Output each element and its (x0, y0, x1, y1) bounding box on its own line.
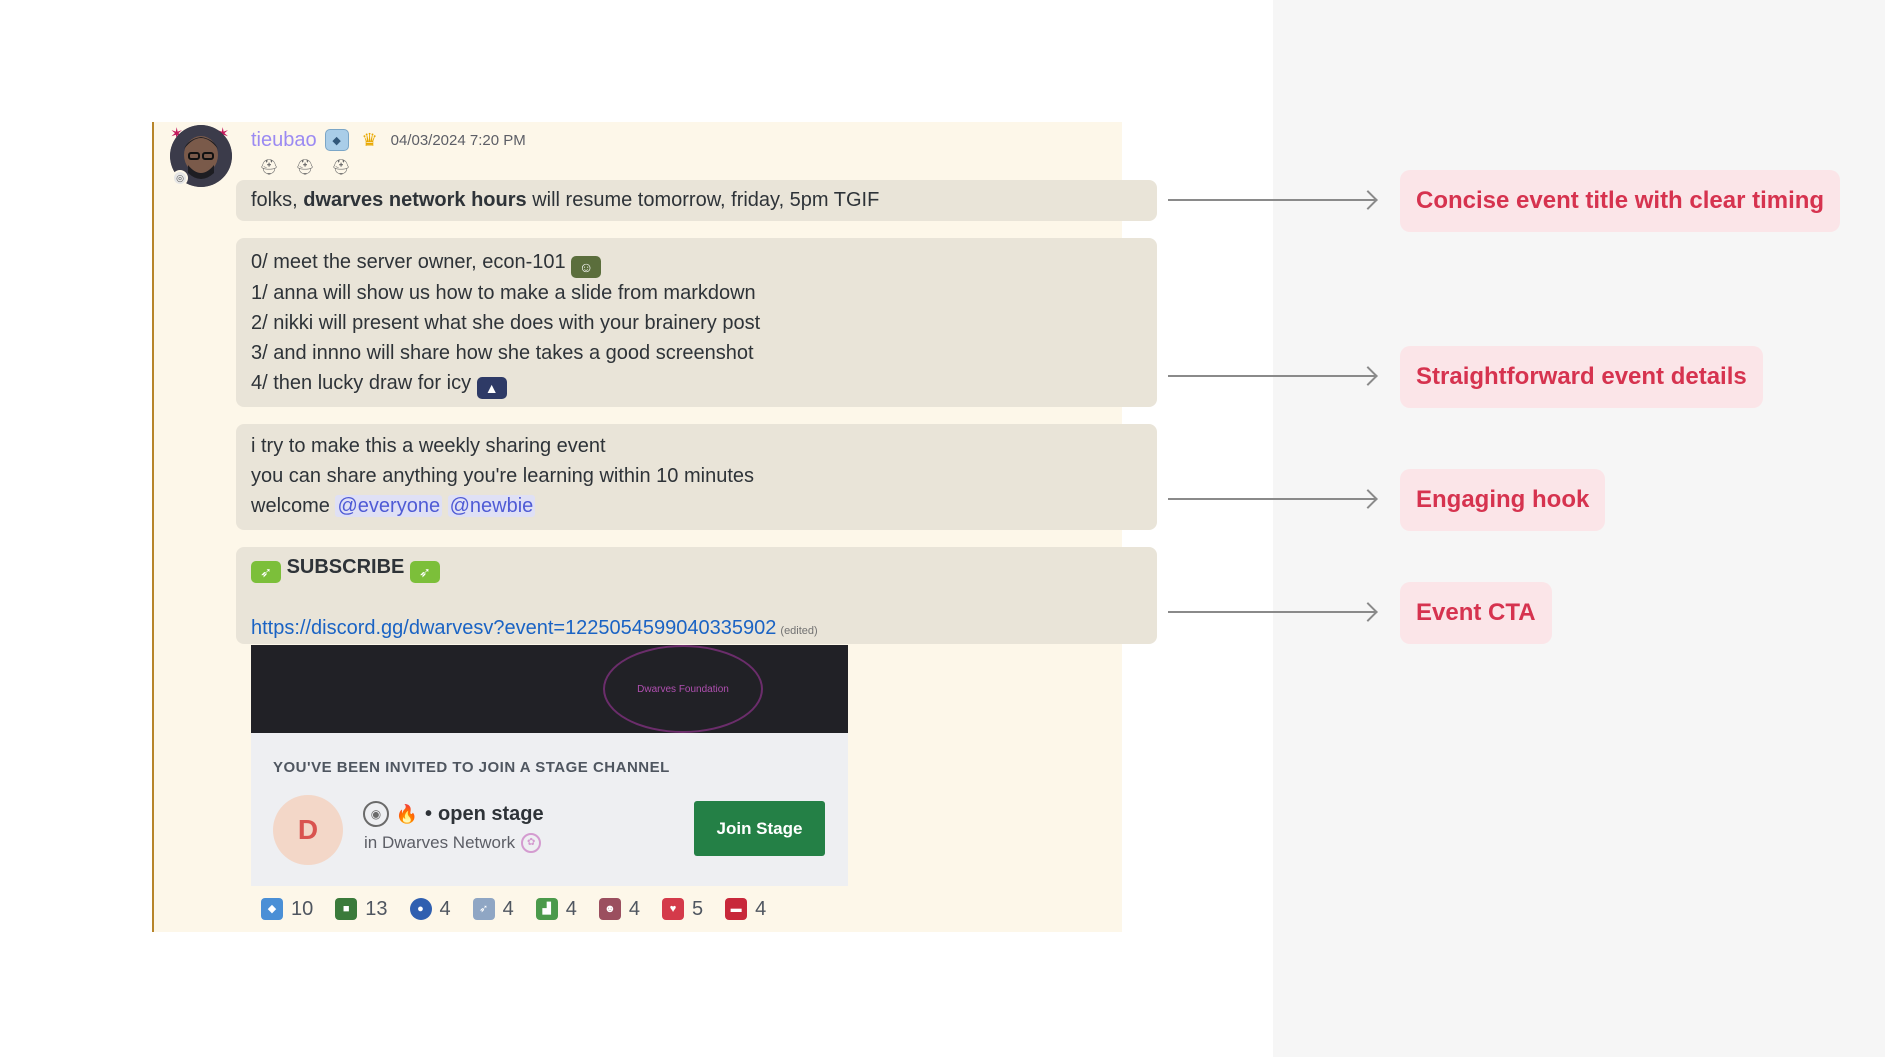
reaction-count: 13 (365, 897, 388, 920)
reaction-count: 4 (502, 897, 514, 920)
reaction[interactable]: ◆ 10 (254, 892, 320, 926)
invite-banner: Dwarves Foundation (251, 645, 848, 733)
welcome-text: welcome (251, 495, 330, 517)
rocket-emoji-icon: ➶ (251, 561, 281, 583)
mention-newbie[interactable]: @newbie (447, 495, 536, 517)
timestamp: 04/03/2024 7:20 PM (390, 131, 526, 149)
hook-line: i try to make this a weekly sharing even… (251, 435, 606, 457)
callout-engaging-hook: Engaging hook (1400, 469, 1606, 531)
text-fragment: will resume tomorrow, friday, 5pm TGIF (526, 189, 880, 211)
hook-line: you can share anything you're learning w… (251, 465, 755, 487)
reaction[interactable]: ● 4 (403, 892, 458, 926)
detail-line: 0/ meet the server owner, econ-101 ☺ (251, 247, 1142, 278)
banner-text: Dwarves Foundation (637, 683, 729, 695)
ice-cube-icon[interactable]: ◆ (324, 129, 349, 151)
role-badges: ⛑ ⛑ ⛑ (256, 156, 354, 180)
channel-name: open stage (438, 802, 544, 825)
reaction-count: 4 (755, 897, 767, 920)
stage-invite-card: YOU'VE BEEN INVITED TO JOIN A STAGE CHAN… (251, 733, 848, 886)
arrow-icon (1168, 199, 1375, 201)
portrait-emoji-icon: ☻ (598, 898, 621, 920)
event-details-block: 0/ meet the server owner, econ-101 ☺ 1/ … (236, 238, 1157, 407)
link-line: https://discord.gg/dwarvesv?event=122505… (251, 613, 1142, 646)
badge-icon: ⛑ (259, 159, 279, 176)
reaction[interactable]: ▟ 4 (529, 892, 584, 926)
invite-title: YOU'VE BEEN INVITED TO JOIN A STAGE CHAN… (273, 759, 670, 776)
arrow-icon (1168, 611, 1375, 613)
hook-line: welcome @everyone @newbie (251, 491, 1142, 521)
detail-text: 4/ then lucky draw for icy (251, 372, 472, 394)
detail-line: 1/ anna will show us how to make a slide… (251, 282, 756, 304)
reaction[interactable]: ♥ 5 (655, 892, 710, 926)
reaction[interactable]: ☻ 4 (592, 892, 647, 926)
callout-event-cta: Event CTA (1400, 582, 1552, 644)
message-header: tieubao ◆ ♛ 04/03/2024 7:20 PM (251, 127, 526, 153)
reaction-count: 4 (628, 897, 640, 920)
subscribe-line: ➶ SUBSCRIBE ➶ (251, 552, 1142, 583)
verified-icon: ✿ (521, 833, 542, 853)
arrow-icon (1168, 375, 1375, 377)
event-link[interactable]: https://discord.gg/dwarvesv?event=122505… (251, 617, 776, 639)
edited-label: (edited) (780, 625, 818, 637)
reaction[interactable]: ➶ 4 (466, 892, 521, 926)
crown-icon: ♛ (361, 130, 378, 150)
car-emoji-icon: ▬ (725, 898, 748, 920)
globe-emoji-icon: ● (409, 898, 432, 920)
reaction-count: 4 (439, 897, 451, 920)
dwarves-foundation-logo: Dwarves Foundation (603, 645, 763, 733)
callout-event-details: Straightforward event details (1400, 346, 1763, 408)
server-name: in Dwarves Network (364, 833, 516, 852)
detail-line: 2/ nikki will present what she does with… (251, 312, 761, 334)
subscribe-text: SUBSCRIBE (286, 556, 405, 578)
badge-icon: ⛑ (331, 159, 351, 176)
rocket-emoji-icon: ➶ (409, 561, 440, 583)
server-icon: D (273, 795, 343, 865)
reaction-count: 4 (565, 897, 577, 920)
avatar-status-icon: ◎ (172, 170, 188, 186)
reaction[interactable]: ■ 13 (328, 892, 394, 926)
chart-emoji-icon: ▟ (535, 898, 558, 920)
frog-emoji-icon: ☺ (571, 256, 602, 278)
text-fragment: folks, (251, 189, 304, 211)
event-title-line: folks, dwarves network hours will resume… (251, 185, 1142, 215)
hook-block: i try to make this a weekly sharing even… (236, 424, 1157, 530)
server-row: in Dwarves Network ✿ (364, 833, 542, 853)
detail-text: 0/ meet the server owner, econ-101 (251, 251, 566, 273)
mention-everyone[interactable]: @everyone (335, 495, 443, 517)
cta-block: ➶ SUBSCRIBE ➶ https://discord.gg/dwarves… (236, 547, 1157, 644)
detail-line: 3/ and innno will share how she takes a … (251, 342, 754, 364)
gift-emoji-icon: ■ (335, 898, 358, 920)
fire-icon: 🔥 (395, 804, 419, 824)
arrow-icon (1168, 498, 1375, 500)
badge-icon: ⛑ (295, 159, 315, 176)
reaction-count: 10 (291, 897, 314, 920)
detail-line: 4/ then lucky draw for icy ▲ (251, 368, 1142, 399)
hooded-emoji-icon: ▲ (476, 377, 507, 399)
stage-channel-row: ◉ 🔥 • open stage (363, 801, 544, 827)
callout-event-title: Concise event title with clear timing (1400, 170, 1841, 232)
reaction-count: 5 (692, 897, 704, 920)
rocket-emoji-icon: ➶ (472, 898, 495, 920)
event-name: dwarves network hours (303, 189, 527, 211)
reactions-bar: ◆ 10 ■ 13 ● 4 ➶ 4 ▟ 4 ☻ 4 ♥ 5 ▬ 4 (254, 892, 773, 926)
ice-cube-emoji-icon: ◆ (261, 898, 283, 920)
heart-emoji-icon: ♥ (662, 898, 684, 920)
event-title-block: folks, dwarves network hours will resume… (236, 180, 1157, 221)
separator: • (425, 802, 433, 825)
stage-icon: ◉ (363, 801, 389, 827)
username[interactable]: tieubao (251, 129, 317, 152)
reaction[interactable]: ▬ 4 (718, 892, 773, 926)
join-stage-button[interactable]: Join Stage (694, 801, 825, 856)
